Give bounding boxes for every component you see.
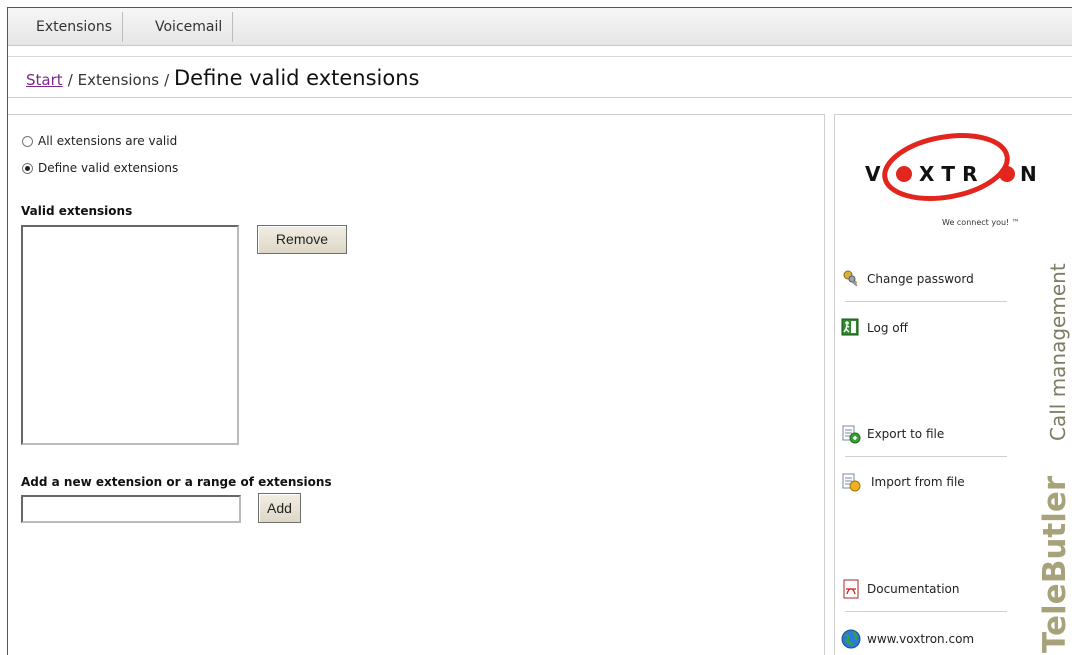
import-icon xyxy=(842,473,861,492)
radio-all-valid[interactable] xyxy=(22,135,33,147)
documentation-link[interactable]: Documentation xyxy=(841,577,1007,601)
change-password-label: Change password xyxy=(867,272,974,286)
radio-all-valid-row[interactable]: All extensions are valid xyxy=(22,134,177,148)
radio-define-valid-label: Define valid extensions xyxy=(38,161,179,175)
breadcrumb-separator: / xyxy=(164,71,170,89)
sidebar: V XTR N We connect you! ™ Change passwor… xyxy=(834,114,1072,655)
slogan: We connect you! ™ xyxy=(942,218,1020,227)
tab-bar: Extensions Voicemail xyxy=(8,8,1072,46)
page-title: Define valid extensions xyxy=(173,66,420,90)
export-to-file-link[interactable]: Export to file xyxy=(841,422,1007,446)
breadcrumb-start-link[interactable]: Start xyxy=(26,71,63,89)
keys-icon xyxy=(843,270,858,287)
vertical-branding: TeleButler Call management xyxy=(1037,263,1072,653)
export-icon xyxy=(842,425,861,444)
valid-extensions-label: Valid extensions xyxy=(21,204,133,218)
change-password-link[interactable]: Change password xyxy=(841,267,1007,291)
globe-icon xyxy=(841,629,861,649)
call-management-label: Call management xyxy=(1046,263,1070,441)
import-from-file-label: Import from file xyxy=(871,475,965,489)
svg-text:XTR: XTR xyxy=(919,162,984,186)
svg-text:V: V xyxy=(865,162,887,186)
divider xyxy=(845,611,1007,612)
app-frame: Extensions Voicemail Start / Extensions … xyxy=(7,7,1072,655)
voxtron-website-link[interactable]: www.voxtron.com xyxy=(841,627,1007,651)
breadcrumb: Start / Extensions / Define valid extens… xyxy=(26,66,420,90)
svg-text:N: N xyxy=(1020,162,1037,186)
divider xyxy=(845,301,1007,302)
radio-all-valid-label: All extensions are valid xyxy=(38,134,178,148)
add-extension-label: Add a new extension or a range of extens… xyxy=(21,475,332,489)
log-off-label: Log off xyxy=(867,321,908,335)
log-off-link[interactable]: Log off xyxy=(841,316,1007,340)
divider xyxy=(845,456,1007,457)
telebutler-brand: TeleButler xyxy=(1037,475,1072,653)
documentation-label: Documentation xyxy=(867,582,960,596)
remove-button[interactable]: Remove xyxy=(257,225,347,254)
radio-define-valid[interactable] xyxy=(22,162,33,174)
voxtron-website-label: www.voxtron.com xyxy=(867,632,975,646)
pdf-icon xyxy=(843,579,859,599)
tab-voicemail[interactable]: Voicemail xyxy=(145,12,234,42)
main-content: All extensions are valid Define valid ex… xyxy=(8,114,825,655)
valid-extensions-list[interactable] xyxy=(21,225,239,445)
radio-define-valid-row[interactable]: Define valid extensions xyxy=(22,161,178,175)
breadcrumb-extensions: Extensions xyxy=(77,71,160,89)
tab-extensions[interactable]: Extensions xyxy=(26,12,124,42)
breadcrumb-separator: / xyxy=(67,71,73,89)
add-button[interactable]: Add xyxy=(258,493,301,523)
breadcrumb-bar: Start / Extensions / Define valid extens… xyxy=(8,56,1072,98)
export-to-file-label: Export to file xyxy=(867,427,945,441)
import-from-file-link[interactable]: Import from file xyxy=(841,470,1007,494)
new-extension-input[interactable] xyxy=(21,495,241,523)
exit-icon xyxy=(841,318,859,336)
